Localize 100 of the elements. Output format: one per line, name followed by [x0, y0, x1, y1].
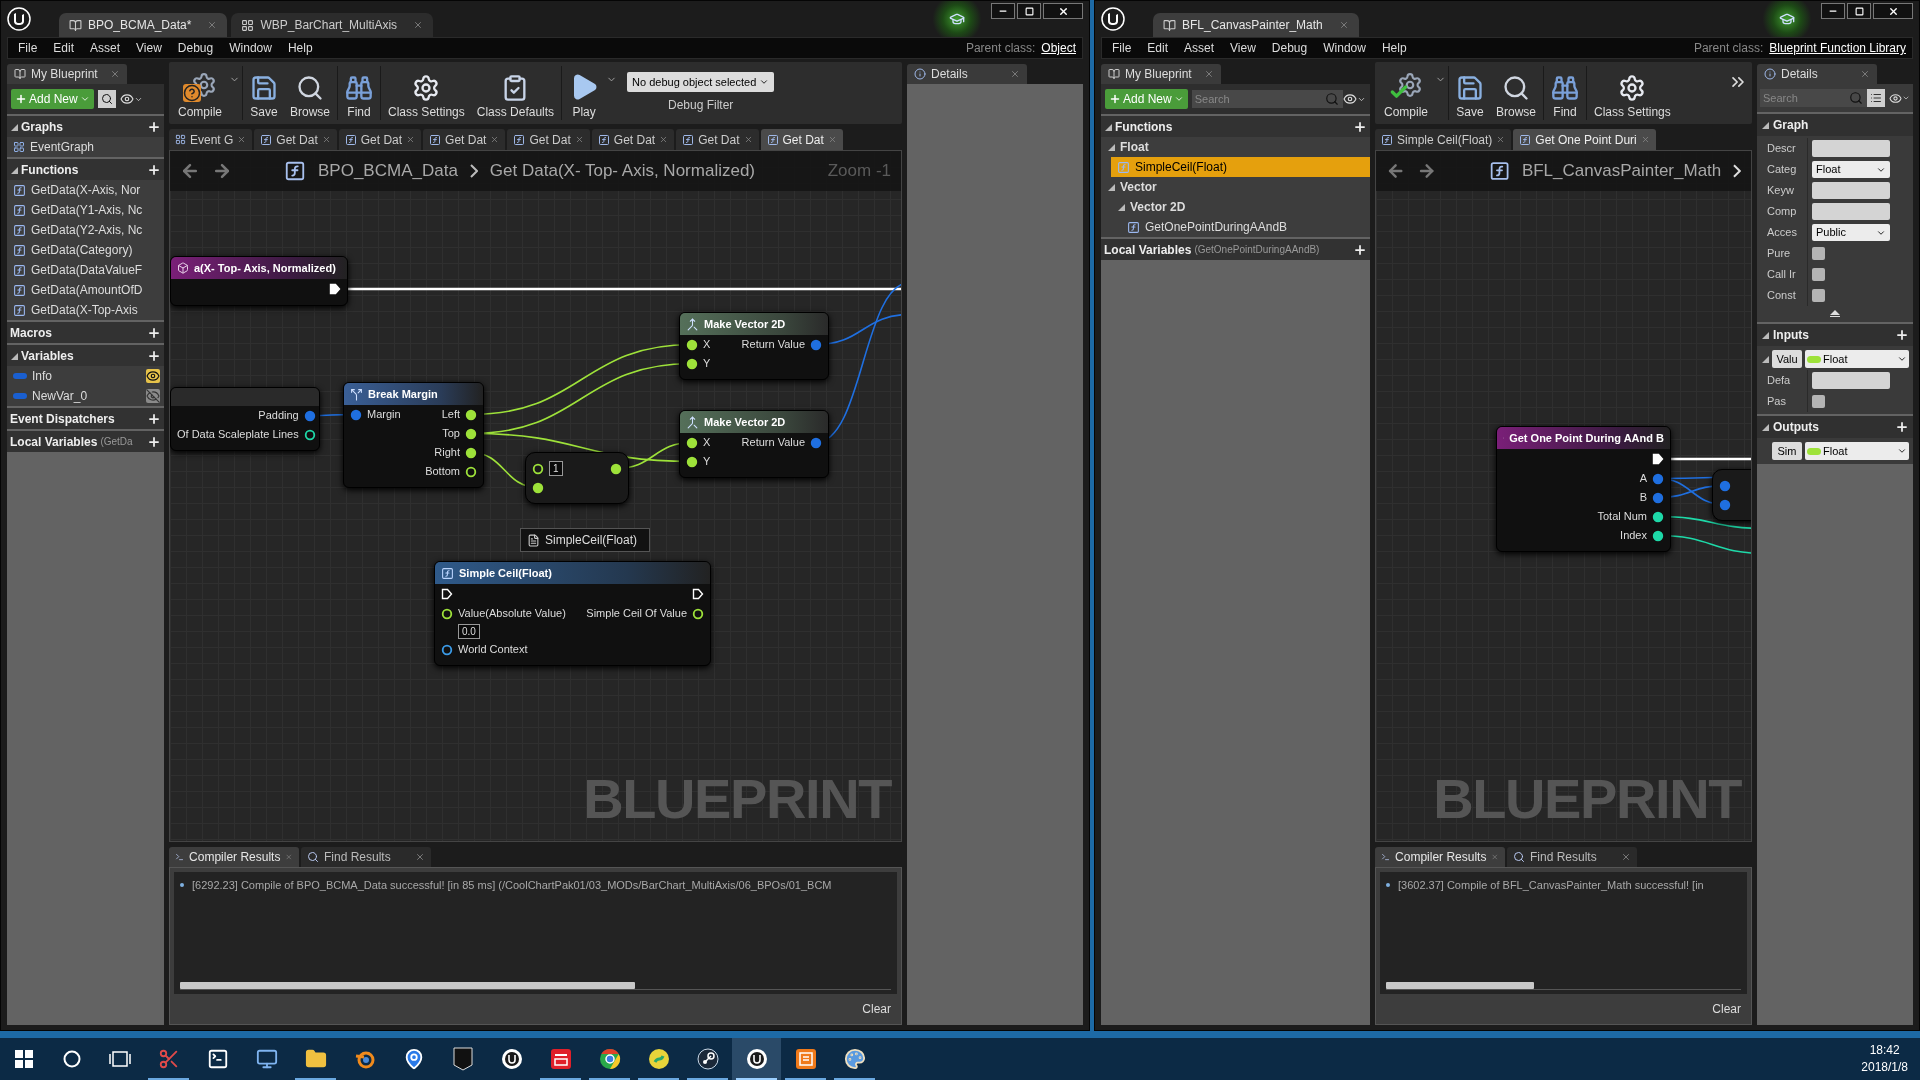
- expand-triangle[interactable]: [1761, 423, 1769, 431]
- expand-triangle[interactable]: [10, 122, 18, 131]
- maximize-button[interactable]: [1017, 3, 1041, 19]
- close-icon[interactable]: [1338, 20, 1349, 30]
- tree-item[interactable]: GetData(AmountOfD: [7, 280, 164, 300]
- close-icon[interactable]: [659, 135, 669, 144]
- pin-handle[interactable]: [1652, 529, 1664, 542]
- pin-handle[interactable]: [1652, 472, 1664, 485]
- tree-item[interactable]: EventGraph: [7, 137, 164, 157]
- horizontal-scrollbar[interactable]: [1386, 981, 1741, 990]
- forward-arrow-icon[interactable]: [212, 161, 232, 181]
- results-tab[interactable]: Compiler Results: [169, 847, 299, 867]
- parameter-name-button[interactable]: Sim: [1772, 442, 1802, 460]
- asset-tab[interactable]: BFL_CanvasPainter_Math: [1153, 13, 1359, 37]
- graph-node[interactable]: Padding Of Data Scaleplate Lines: [170, 387, 320, 451]
- menu-item[interactable]: Debug: [169, 39, 222, 57]
- close-icon[interactable]: [406, 135, 416, 144]
- graph-node[interactable]: Simple Ceil(Float) Value(Absolute Value) 0.0 World Context Simple Ceil Of Value: [434, 561, 711, 666]
- results-tab[interactable]: Compiler Results: [1375, 847, 1505, 867]
- toolbar-button[interactable]: Find: [1546, 62, 1585, 124]
- menu-item[interactable]: File: [10, 39, 46, 57]
- menu-item[interactable]: Help: [279, 39, 321, 57]
- search-button[interactable]: [97, 90, 116, 108]
- section-header[interactable]: Graph: [1757, 114, 1913, 136]
- checkbox[interactable]: [1812, 247, 1825, 260]
- graduation-cap-icon[interactable]: [1779, 11, 1795, 27]
- tree-item[interactable]: GetData(DataValueF: [7, 260, 164, 280]
- toolbar-button[interactable]: Find: [340, 62, 379, 124]
- section-header[interactable]: Functions: [1101, 116, 1370, 137]
- tree-item[interactable]: GetData(Y1-Axis, Nc: [7, 200, 164, 220]
- close-icon[interactable]: [413, 20, 424, 30]
- tree-item[interactable]: SimpleCeil(Float): [1111, 157, 1370, 177]
- graph-node[interactable]: a(X- Top- Axis, Normalized): [170, 256, 348, 306]
- toolbar-button[interactable]: Class Defaults: [471, 62, 560, 124]
- document-tab[interactable]: Event G: [169, 129, 253, 150]
- graduation-cap-icon[interactable]: [949, 11, 965, 27]
- parent-class-link[interactable]: Blueprint Function Library: [1769, 39, 1906, 57]
- close-icon[interactable]: [1621, 852, 1631, 862]
- minimize-button[interactable]: [991, 3, 1015, 19]
- tree-item[interactable]: GetOnePointDuringAAndB: [1121, 217, 1370, 237]
- close-icon[interactable]: [1010, 69, 1020, 79]
- toolbar-button[interactable]: Browse: [285, 62, 336, 124]
- text-field[interactable]: [1812, 140, 1890, 157]
- breadcrumb-item[interactable]: BPO_BCMA_Data: [318, 158, 458, 184]
- clear-button[interactable]: Clear: [1710, 1000, 1743, 1018]
- text-field[interactable]: [1812, 203, 1890, 220]
- text-field[interactable]: [1812, 182, 1890, 199]
- pin-handle[interactable]: [303, 428, 316, 441]
- exec-pin[interactable]: [441, 588, 453, 600]
- expand-triangle[interactable]: [1107, 183, 1115, 191]
- tree-item[interactable]: Float: [1101, 137, 1370, 157]
- section-header[interactable]: Inputs: [1757, 324, 1913, 346]
- breadcrumb-item[interactable]: BFL_CanvasPainter_Math: [1521, 158, 1722, 184]
- exec-pin[interactable]: [692, 588, 704, 600]
- menu-item[interactable]: File: [1104, 39, 1140, 57]
- view-options-button[interactable]: [1889, 91, 1910, 105]
- expand-triangle[interactable]: [1761, 355, 1769, 363]
- menu-item[interactable]: Window: [221, 39, 280, 57]
- close-icon[interactable]: [415, 852, 425, 862]
- debug-object-dropdown[interactable]: No debug object selected: [627, 72, 775, 92]
- document-tab[interactable]: Get Dat: [507, 129, 590, 150]
- section-header[interactable]: Graphs: [7, 116, 164, 137]
- section-header[interactable]: Variables: [7, 345, 164, 366]
- toolbar-button[interactable]: Compile: [173, 62, 227, 124]
- close-icon[interactable]: [743, 135, 753, 144]
- pin-handle[interactable]: [1719, 498, 1731, 511]
- add-icon[interactable]: [147, 411, 161, 426]
- toolbar-button[interactable]: Compile: [1379, 62, 1433, 124]
- tree-item[interactable]: GetData(X-Top-Axis: [7, 300, 164, 320]
- section-header[interactable]: Local Variables (GetOnePointDuringAAndB): [1101, 239, 1370, 260]
- list-view-button[interactable]: [1867, 89, 1885, 107]
- asset-tab[interactable]: WBP_BarChart_MultiAxis: [231, 13, 434, 37]
- clear-button[interactable]: Clear: [860, 1000, 893, 1018]
- eye-icon[interactable]: [146, 369, 160, 383]
- expand-triangle[interactable]: [1104, 122, 1112, 131]
- exec-pin[interactable]: [1652, 453, 1664, 465]
- dropdown-field[interactable]: Float: [1812, 161, 1890, 178]
- pin-handle[interactable]: [1652, 510, 1664, 523]
- expand-triangle[interactable]: [1107, 143, 1115, 151]
- results-tab[interactable]: Find Results: [1507, 847, 1637, 867]
- tree-item[interactable]: Vector: [1101, 177, 1370, 197]
- default-value-field[interactable]: 0.0: [458, 624, 480, 639]
- collapse-advanced-icon[interactable]: [1830, 309, 1840, 317]
- eye-closed-icon[interactable]: [146, 389, 160, 403]
- section-header[interactable]: Local Variables (GetDa: [7, 431, 164, 452]
- panel-tab[interactable]: My Blueprint: [1101, 64, 1221, 84]
- checkbox[interactable]: [1812, 268, 1825, 281]
- panel-tab[interactable]: My Blueprint: [7, 64, 127, 84]
- document-tab[interactable]: Simple Ceil(Float): [1375, 129, 1512, 150]
- close-icon[interactable]: [321, 135, 331, 144]
- close-icon[interactable]: [1496, 135, 1506, 144]
- expand-triangle[interactable]: [1761, 121, 1769, 129]
- pin-handle[interactable]: [303, 409, 316, 422]
- view-options-button[interactable]: [1343, 92, 1366, 106]
- document-tab[interactable]: Get One Point Duri: [1513, 129, 1656, 150]
- default-value-field[interactable]: 1: [549, 461, 563, 476]
- expand-triangle[interactable]: [10, 351, 18, 360]
- minimize-button[interactable]: [1821, 3, 1845, 19]
- pin-handle[interactable]: [1652, 491, 1664, 504]
- checkbox[interactable]: [1812, 289, 1825, 302]
